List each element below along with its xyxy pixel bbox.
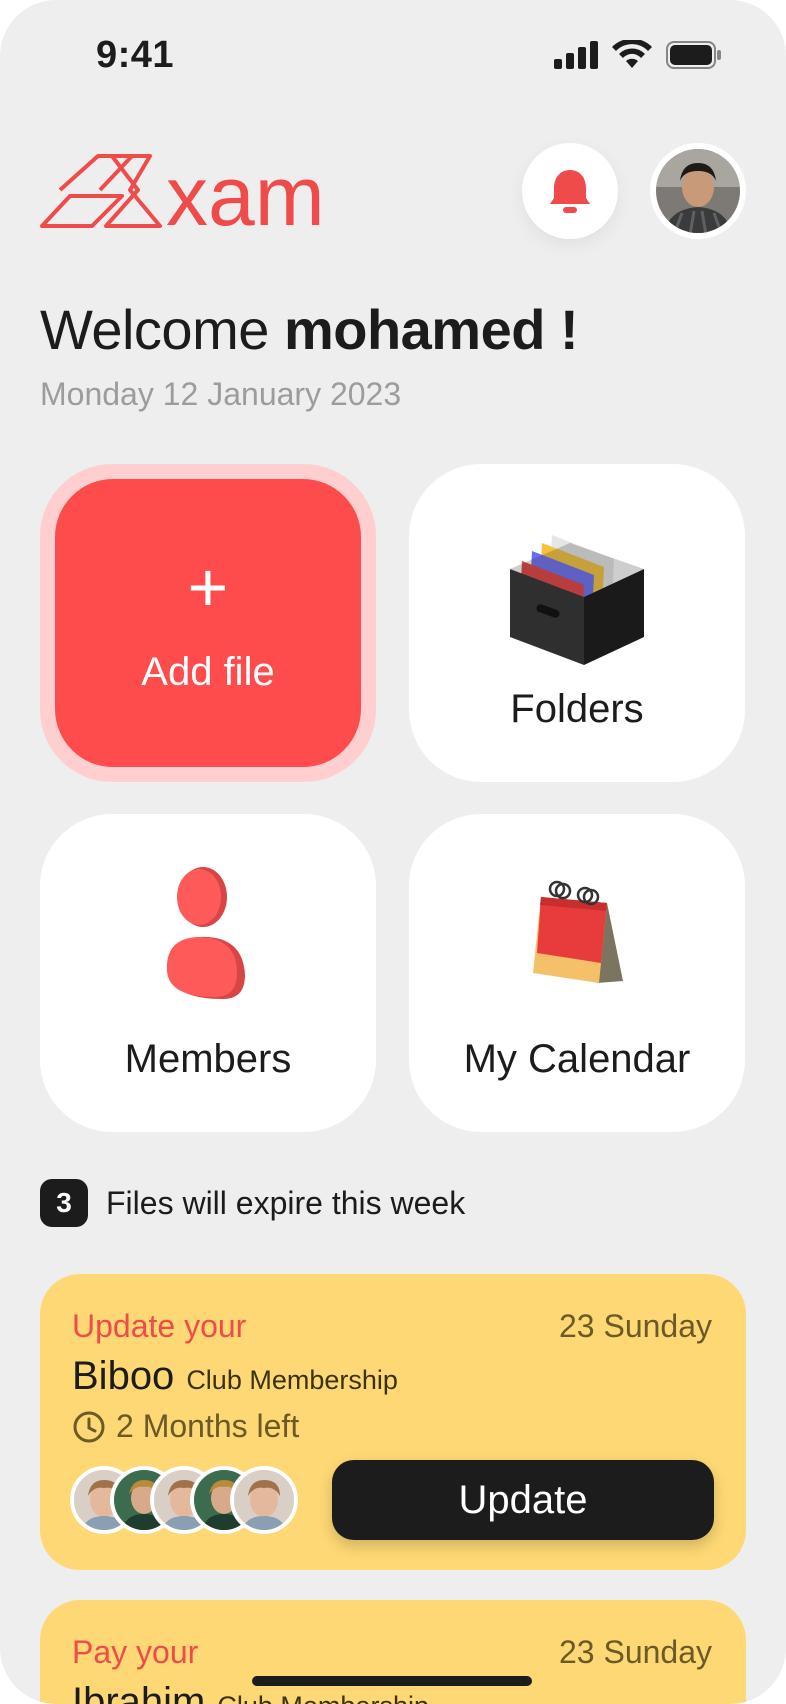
expiring-file-card[interactable]: Pay your 23 Sunday Ibrahim Club Membershi… [40, 1600, 746, 1704]
status-icons [554, 40, 722, 70]
xam-logo-icon: xam [40, 149, 325, 243]
battery-icon [666, 41, 721, 69]
card-action-text: Pay your [72, 1634, 199, 1670]
card-time-left: 2 Months left [72, 1408, 299, 1445]
welcome-heading: Welcome mohamed ! [40, 296, 579, 364]
members-tile[interactable]: Members [40, 814, 376, 1132]
expiring-count-badge: 3 [40, 1179, 88, 1227]
calendar-tile[interactable]: My Calendar [409, 814, 745, 1132]
welcome-user-name: mohamed ! [283, 298, 579, 361]
members-label: Members [124, 1037, 292, 1081]
notifications-button[interactable] [522, 143, 618, 239]
phone-screen: 9:41 xam Welcome mohamed ! Monday 12 Jan… [0, 0, 786, 1704]
card-date: 23 Sunday [558, 1308, 712, 1344]
card-membership: Club Membership [217, 1691, 429, 1704]
welcome-greeting: Welcome [40, 298, 269, 361]
card-name: Ibrahim [72, 1680, 206, 1704]
current-date: Monday 12 January 2023 [40, 376, 402, 412]
add-file-tile[interactable]: + Add file [40, 464, 376, 782]
profile-avatar-button[interactable] [650, 143, 746, 239]
expiring-files-header: 3 Files will expire this week [40, 1179, 465, 1227]
logo-text: xam [166, 150, 325, 230]
add-file-label: Add file [141, 649, 275, 694]
status-time: 9:41 [96, 34, 175, 76]
cellular-signal-icon [554, 41, 598, 69]
card-action-text: Update your [72, 1308, 247, 1344]
time-left-text: 2 Months left [116, 1408, 300, 1444]
card-title: Biboo Club Membership [72, 1354, 398, 1399]
member-avatars [70, 1466, 298, 1534]
plus-icon: + [187, 547, 229, 626]
calendar-label: My Calendar [463, 1037, 691, 1081]
update-button[interactable]: Update [332, 1460, 714, 1540]
status-bar: 9:41 [0, 0, 786, 120]
card-date: 23 Sunday [558, 1634, 712, 1670]
expiring-file-card[interactable]: Update your 23 Sunday Biboo Club Membersh… [40, 1274, 746, 1570]
avatar [230, 1466, 298, 1534]
card-membership: Club Membership [186, 1365, 398, 1395]
person-icon [166, 867, 245, 999]
avatar [656, 149, 740, 233]
desk-calendar-icon [533, 880, 623, 983]
clock-icon [73, 1411, 105, 1442]
folders-tile[interactable]: Folders [409, 464, 745, 782]
add-file-button[interactable]: + Add file [55, 479, 361, 767]
app-logo: xam [40, 149, 340, 243]
folder-box-icon [510, 535, 644, 665]
bell-icon [550, 170, 590, 213]
folders-label: Folders [510, 687, 644, 731]
expiring-files-text: Files will expire this week [106, 1184, 466, 1221]
wifi-icon [612, 40, 652, 68]
card-name: Biboo [72, 1354, 175, 1398]
home-indicator [252, 1676, 532, 1686]
